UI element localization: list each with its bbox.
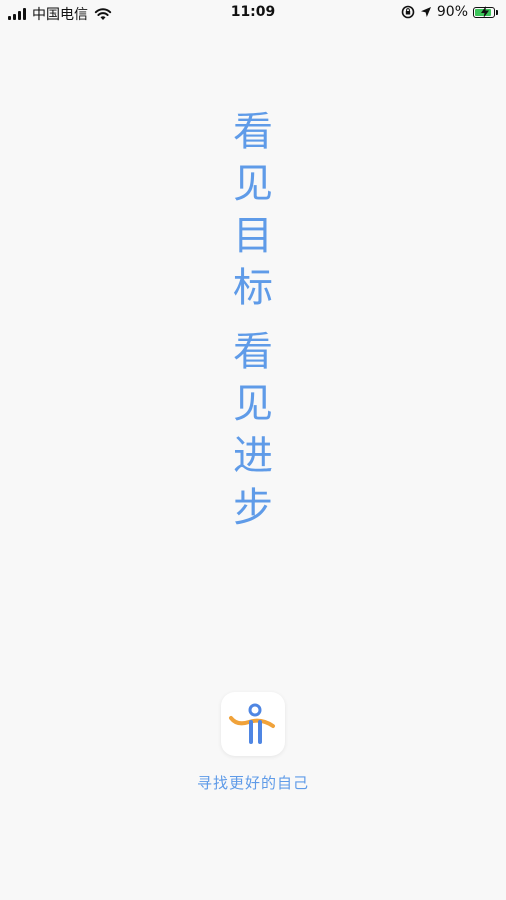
location-arrow-icon (420, 7, 431, 17)
slogan-char: 步 (233, 485, 273, 531)
battery-percent: 90% (436, 4, 468, 20)
slogan: 看 见 目 标 看 见 进 步 (0, 106, 506, 534)
status-right: 90% (401, 4, 498, 20)
slogan-char: 见 (233, 161, 273, 207)
slogan-char: 进 (233, 433, 273, 479)
slogan-char: 标 (233, 265, 273, 311)
slogan-char: 目 (233, 213, 273, 259)
app-logo-icon (229, 703, 275, 744)
splash-screen: 中国电信 11:09 90% 看 见 目 标 看 见 进 步 寻找更好的自己 (0, 0, 506, 900)
app-logo (221, 692, 285, 756)
battery-charging-icon (473, 5, 495, 18)
slogan-char: 看 (233, 109, 273, 155)
rotation-lock-icon (401, 5, 415, 19)
slogan-char: 看 (233, 329, 273, 375)
slogan-char: 见 (233, 381, 273, 427)
app-tagline: 寻找更好的自己 (196, 774, 309, 792)
battery-cap (496, 9, 498, 15)
status-bar: 中国电信 11:09 90% (0, 0, 506, 26)
slogan-line-1: 看 见 目 标 (233, 106, 273, 314)
slogan-line-2: 看 见 进 步 (233, 326, 273, 534)
